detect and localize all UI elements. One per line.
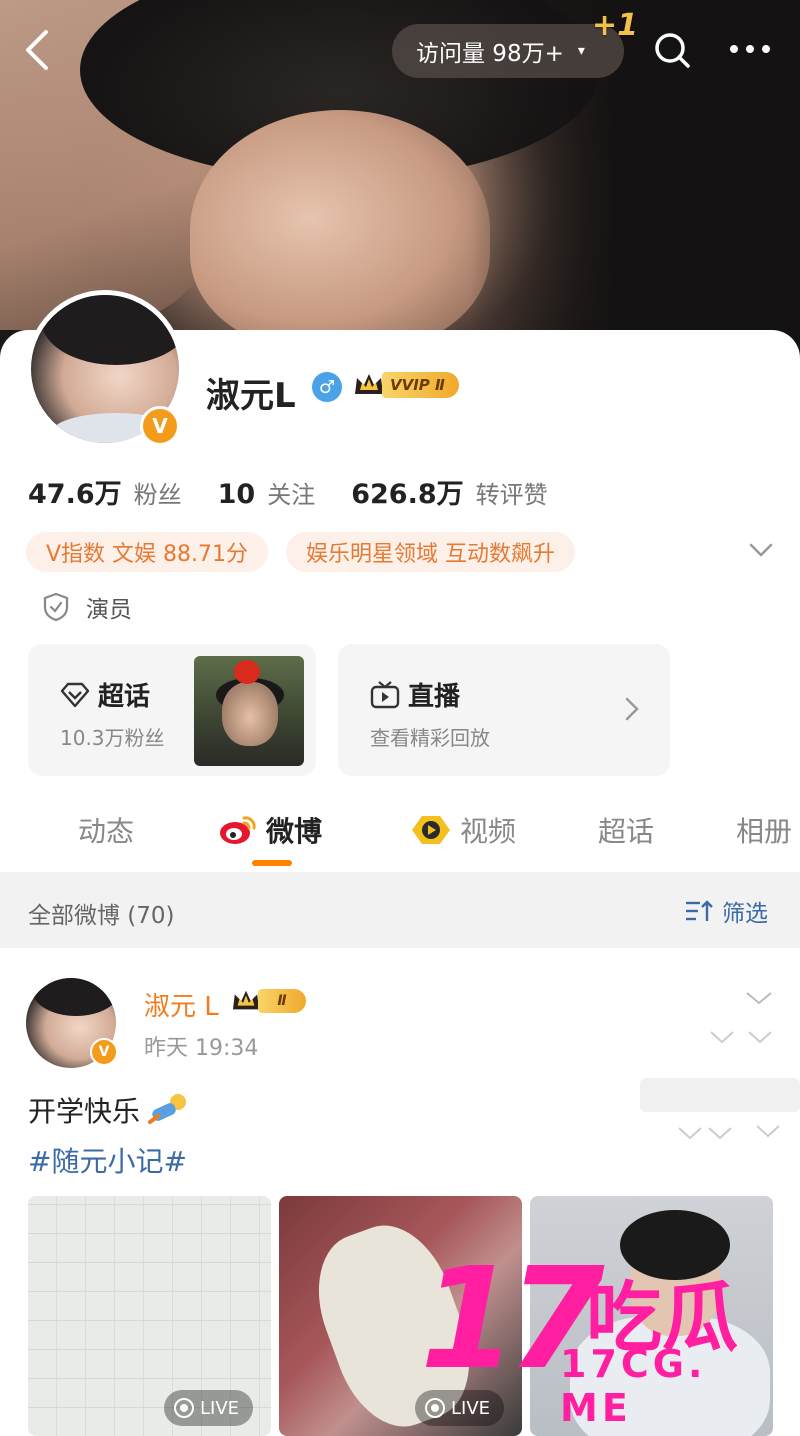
stat-number: 626.8万 bbox=[351, 479, 464, 510]
weibo-logo-icon bbox=[220, 816, 256, 844]
live-sub: 查看精彩回放 bbox=[370, 726, 490, 750]
tab-weibo[interactable]: 微博 bbox=[218, 810, 322, 850]
chip-v-index[interactable]: V指数 文娱 88.71分 bbox=[26, 532, 269, 572]
post-photo[interactable]: LIVE bbox=[28, 1196, 271, 1436]
tab-label: 视频 bbox=[460, 815, 517, 848]
tab-label: 相册 bbox=[736, 815, 793, 848]
post-avatar-hair bbox=[32, 978, 116, 1016]
verified-badge: V bbox=[140, 406, 180, 446]
chevron-down-icon bbox=[708, 1127, 732, 1140]
chevron-right-icon bbox=[625, 697, 639, 721]
post-text: 开学快乐 bbox=[28, 1090, 190, 1130]
filter-bar: 全部微博 (70) 筛选 bbox=[0, 872, 800, 948]
chevron-down-icon bbox=[710, 1031, 734, 1044]
post-verified-badge: V bbox=[90, 1038, 118, 1066]
chevron-left-icon bbox=[26, 30, 48, 70]
post-text-content: 开学快乐 bbox=[28, 1095, 141, 1128]
blurred-area bbox=[640, 1078, 800, 1112]
live-label: 直播 bbox=[408, 682, 461, 712]
supertopic-title: 超话 bbox=[60, 676, 150, 713]
filter-sort-icon bbox=[686, 900, 713, 921]
crown-icon bbox=[355, 374, 383, 394]
tab-supertopic[interactable]: 超话 bbox=[598, 810, 654, 850]
supertopic-label: 超话 bbox=[98, 682, 151, 712]
post-vip-badge: Ⅱ bbox=[230, 986, 306, 1016]
tab-feed[interactable]: 动态 bbox=[78, 810, 134, 850]
post-hashtag[interactable]: #随元小记# bbox=[28, 1140, 187, 1180]
stat-interactions[interactable]: 626.8万 转评赞 bbox=[351, 472, 547, 511]
stat-number: 47.6万 bbox=[28, 479, 122, 510]
live-panel[interactable]: 直播 查看精彩回放 bbox=[338, 644, 670, 776]
live-icon bbox=[425, 1398, 445, 1418]
search-button[interactable] bbox=[652, 30, 692, 70]
tag-chips: V指数 文娱 88.71分 娱乐明星领域 互动数飙升 bbox=[26, 532, 576, 572]
post-vip-label: Ⅱ bbox=[258, 989, 306, 1013]
stat-fans[interactable]: 47.6万 粉丝 bbox=[28, 472, 182, 511]
filter-label: 筛选 bbox=[722, 901, 768, 927]
watermark: 17 吃瓜 17CG. ME bbox=[420, 1250, 780, 1431]
role-row: 演员 bbox=[42, 590, 132, 624]
tab-label: 微博 bbox=[266, 815, 323, 848]
vip-label: VVIP Ⅱ bbox=[382, 372, 459, 398]
stat-following[interactable]: 10 关注 bbox=[218, 475, 316, 510]
visits-pill[interactable]: 访问量 98万+ ▾ bbox=[392, 24, 624, 78]
all-posts-count: 全部微博 (70) bbox=[28, 903, 175, 929]
supertopic-panel[interactable]: 超话 10.3万粉丝 bbox=[28, 644, 316, 776]
post-time: 昨天 19:34 bbox=[144, 1036, 259, 1061]
tab-video[interactable]: 视频 bbox=[410, 810, 516, 850]
tv-play-icon bbox=[370, 680, 400, 708]
avatar-hair bbox=[41, 295, 179, 365]
tab-label: 超话 bbox=[598, 815, 655, 848]
visits-label: 访问量 98万+ bbox=[416, 41, 564, 67]
plus-one-badge: +1 bbox=[592, 8, 639, 43]
live-icon bbox=[174, 1398, 194, 1418]
chevron-down-icon bbox=[756, 1125, 780, 1138]
search-icon bbox=[655, 33, 690, 68]
tab-album[interactable]: 相册 bbox=[736, 810, 792, 850]
post-author[interactable]: 淑元 L bbox=[144, 986, 219, 1023]
tab-label: 动态 bbox=[78, 815, 135, 848]
video-play-icon bbox=[412, 816, 450, 844]
active-tab-indicator bbox=[252, 860, 292, 866]
more-horizontal-icon bbox=[730, 45, 770, 53]
supertopic-sub: 10.3万粉丝 bbox=[60, 726, 165, 750]
cover-face bbox=[190, 110, 490, 350]
thumb-face bbox=[222, 682, 278, 746]
chevron-down-icon bbox=[678, 1127, 702, 1140]
caret-down-icon: ▾ bbox=[577, 43, 585, 59]
back-button[interactable] bbox=[20, 28, 56, 72]
top-bar: 访问量 98万+ ▾ +1 bbox=[0, 0, 800, 100]
stat-label: 转评赞 bbox=[475, 481, 548, 509]
stat-label: 粉丝 bbox=[133, 481, 182, 509]
live-label: LIVE bbox=[200, 1397, 240, 1419]
chevron-down-icon bbox=[748, 1031, 772, 1044]
watermark-url: 17CG. ME bbox=[560, 1342, 707, 1430]
stats-row: 47.6万 粉丝 10 关注 626.8万 转评赞 bbox=[28, 472, 584, 511]
stat-number: 10 bbox=[217, 479, 256, 510]
vip-badge[interactable]: VVIP Ⅱ bbox=[352, 370, 459, 400]
role-label: 演员 bbox=[86, 597, 132, 623]
stat-label: 关注 bbox=[267, 481, 316, 509]
rocket-emoji-icon bbox=[148, 1094, 187, 1124]
shield-check-icon bbox=[43, 592, 69, 622]
profile-name: 淑元L bbox=[206, 376, 296, 416]
male-icon: ♂ bbox=[312, 372, 342, 402]
thumb-apple bbox=[234, 660, 260, 684]
live-photo-badge: LIVE bbox=[164, 1390, 254, 1426]
post-menu-chevron-icon[interactable] bbox=[744, 988, 774, 1008]
diamond-icon bbox=[60, 682, 90, 707]
more-button[interactable] bbox=[728, 34, 772, 64]
live-title: 直播 bbox=[370, 676, 460, 713]
chip-trend[interactable]: 娱乐明星领域 互动数飙升 bbox=[286, 532, 576, 572]
profile-tabs: 动态 微博 视频 超话 相册 bbox=[0, 800, 800, 870]
chevron-down-icon[interactable] bbox=[748, 540, 774, 560]
supertopic-thumbnail bbox=[194, 656, 304, 766]
filter-button[interactable]: 筛选 bbox=[684, 894, 768, 928]
